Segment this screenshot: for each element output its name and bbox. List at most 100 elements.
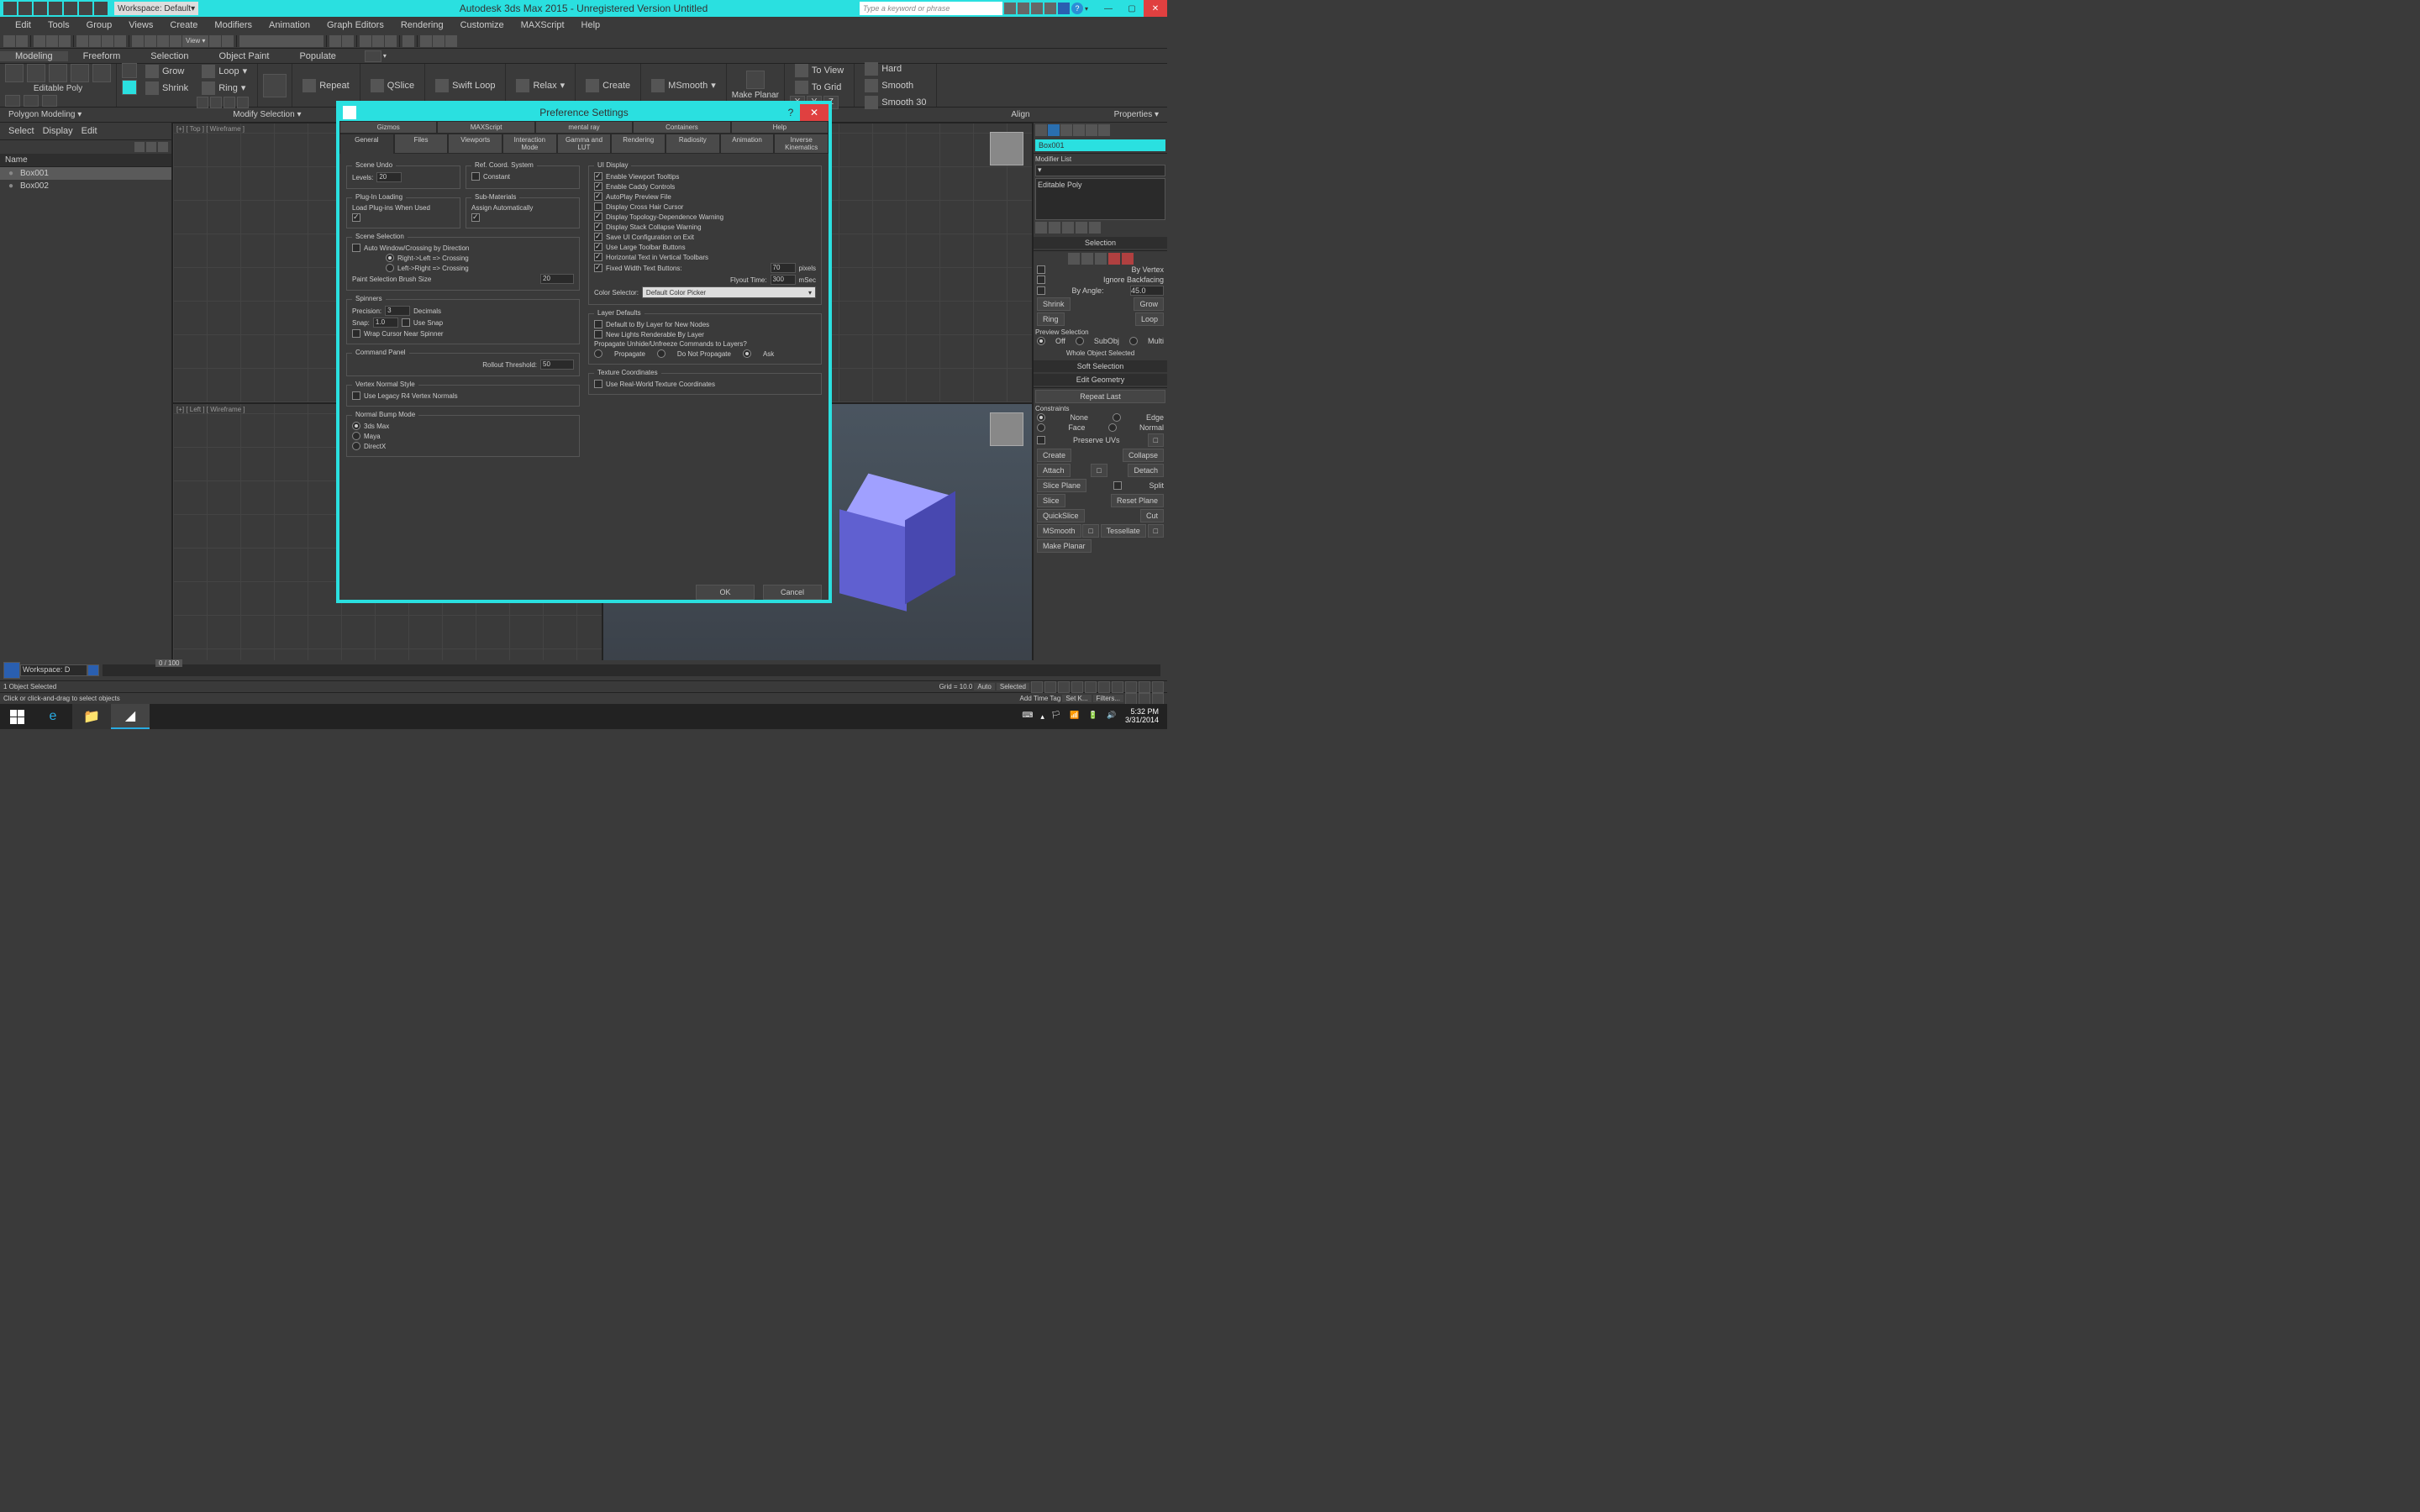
smooth-button[interactable]: Smooth xyxy=(860,77,931,94)
timeline-toggle-icon[interactable] xyxy=(3,662,20,679)
ribbon-dropdown-icon[interactable]: ▾ xyxy=(383,52,387,60)
horiz-text-check[interactable] xyxy=(594,253,602,261)
attach-button[interactable]: Attach xyxy=(1037,464,1071,477)
select-name-icon[interactable] xyxy=(89,35,101,47)
sel-border-icon[interactable] xyxy=(1095,253,1107,265)
preserve-uvs-settings[interactable]: □ xyxy=(1148,433,1164,447)
tab-mentalray[interactable]: mental ray xyxy=(535,121,633,134)
preview-subobj-radio[interactable] xyxy=(1076,337,1084,345)
viewport-label[interactable]: [+] [ Left ] [ Wireframe ] xyxy=(176,406,245,413)
tab-gamma[interactable]: Gamma and LUT xyxy=(557,134,612,154)
ribbon-tab-objectpaint[interactable]: Object Paint xyxy=(204,51,285,61)
ring-next-icon[interactable] xyxy=(237,97,249,108)
topology-warn-check[interactable] xyxy=(594,213,602,221)
constraint-edge-radio[interactable] xyxy=(1113,413,1121,422)
qslice-button[interactable]: QSlice xyxy=(366,77,419,94)
make-planar-button[interactable]: Make Planar xyxy=(1037,539,1092,553)
snap-spinner[interactable]: 1.0 xyxy=(373,318,398,328)
tab-radiosity[interactable]: Radiosity xyxy=(666,134,720,154)
menu-help[interactable]: Help xyxy=(573,20,609,30)
comm-icon[interactable] xyxy=(1031,3,1043,14)
maximize-button[interactable]: ▢ xyxy=(1120,0,1144,17)
tab-rendering[interactable]: Rendering xyxy=(611,134,666,154)
loop-button[interactable]: Loop ▾ xyxy=(197,63,252,80)
subobj-border-icon[interactable] xyxy=(49,64,67,82)
preview-off-icon[interactable] xyxy=(5,95,20,107)
autoplay-check[interactable] xyxy=(594,192,602,201)
goto-start-icon[interactable] xyxy=(1044,681,1056,693)
quickslice-button[interactable]: QuickSlice xyxy=(1037,509,1085,522)
taskbar-clock[interactable]: 5:32 PM 3/31/2014 xyxy=(1125,708,1159,725)
subtab-polygon-modeling[interactable]: Polygon Modeling ▾ xyxy=(8,110,82,119)
lp-filter-icon[interactable] xyxy=(134,142,145,152)
lp-tab-select[interactable]: Select xyxy=(8,126,34,136)
sel-element-icon[interactable] xyxy=(1122,253,1134,265)
rollout-selection[interactable]: Selection xyxy=(1034,237,1167,249)
assign-auto-check[interactable] xyxy=(471,213,480,222)
key-icon[interactable] xyxy=(1018,3,1029,14)
star-icon[interactable] xyxy=(1044,3,1056,14)
taskbar-ie-icon[interactable]: e xyxy=(34,704,72,729)
tab-interaction[interactable]: Interaction Mode xyxy=(502,134,557,154)
new-lights-check[interactable] xyxy=(594,330,602,339)
do-not-propagate-radio[interactable] xyxy=(657,349,666,358)
tab-containers[interactable]: Containers xyxy=(633,121,730,134)
subtab-properties[interactable]: Properties ▾ xyxy=(1114,110,1159,119)
lp-tab-display[interactable]: Display xyxy=(43,126,73,136)
grow-button[interactable]: Grow xyxy=(140,63,193,80)
fixed-width-check[interactable] xyxy=(594,264,602,272)
select-region-icon[interactable] xyxy=(102,35,113,47)
dialog-help-button[interactable]: ? xyxy=(783,106,798,119)
tray-network-icon[interactable]: 📶 xyxy=(1070,711,1081,722)
tooltips-check[interactable] xyxy=(594,172,602,181)
select-mode-icon[interactable] xyxy=(122,80,137,95)
selected-key-button[interactable]: Selected xyxy=(997,683,1029,690)
pan-icon[interactable] xyxy=(1125,693,1137,705)
help-icon[interactable]: ? xyxy=(1071,3,1083,14)
time-slider[interactable]: 0 / 100 xyxy=(103,664,1160,676)
relax-button[interactable]: Relax ▾ xyxy=(511,77,570,94)
start-button[interactable] xyxy=(0,704,34,729)
ribbon-tab-freeform[interactable]: Freeform xyxy=(68,51,136,61)
menu-animation[interactable]: Animation xyxy=(260,20,318,30)
viewport-label[interactable]: [+] [ Top ] [ Wireframe ] xyxy=(176,125,245,133)
reset-plane-button[interactable]: Reset Plane xyxy=(1111,494,1164,507)
set-key-button[interactable]: Set K... xyxy=(1062,695,1091,702)
ignore-backfacing-icon[interactable] xyxy=(122,63,137,78)
msmooth-button[interactable]: MSmooth xyxy=(1037,524,1081,538)
menu-views[interactable]: Views xyxy=(120,20,161,30)
config-mod-icon[interactable] xyxy=(1089,222,1101,234)
ribbon-tab-modeling[interactable]: Modeling xyxy=(0,51,68,61)
create-button[interactable]: Create xyxy=(581,77,635,94)
tab-ik[interactable]: Inverse Kinematics xyxy=(774,134,829,154)
crosshair-check[interactable] xyxy=(594,202,602,211)
ribbon-toggle-icon[interactable] xyxy=(365,50,381,62)
key-filters-button[interactable]: Filters... xyxy=(1093,695,1123,702)
taskbar-3dsmax-icon[interactable]: ◢ xyxy=(111,704,150,729)
menu-modifiers[interactable]: Modifiers xyxy=(206,20,260,30)
nbm-3dsmax-radio[interactable] xyxy=(352,422,360,430)
subobj-poly-icon[interactable] xyxy=(71,64,89,82)
constraint-face-radio[interactable] xyxy=(1037,423,1045,432)
undo-levels-spinner[interactable]: 20 xyxy=(376,172,402,182)
cp-utilities-icon[interactable] xyxy=(1098,124,1110,136)
subtab-align[interactable]: Align xyxy=(1011,110,1029,119)
lp-search-icon[interactable] xyxy=(146,142,156,152)
auto-key-button[interactable]: Auto xyxy=(974,683,994,690)
subobj-edge-icon[interactable] xyxy=(27,64,45,82)
nbm-directx-radio[interactable] xyxy=(352,442,360,450)
zoom-icon[interactable] xyxy=(1112,681,1123,693)
brush-size-spinner[interactable]: 20 xyxy=(540,274,574,284)
preview-multi-radio[interactable] xyxy=(1129,337,1138,345)
help-dropdown-icon[interactable]: ▾ xyxy=(1085,5,1088,13)
list-item[interactable]: Box002 xyxy=(0,180,171,192)
tab-animation[interactable]: Animation xyxy=(720,134,775,154)
project-icon[interactable] xyxy=(94,2,108,15)
prev-frame-icon[interactable] xyxy=(1058,681,1070,693)
ribbon-tab-selection[interactable]: Selection xyxy=(135,51,203,61)
menu-create[interactable]: Create xyxy=(161,20,206,30)
show-result-icon[interactable] xyxy=(1049,222,1060,234)
tab-help[interactable]: Help xyxy=(731,121,829,134)
nbm-maya-radio[interactable] xyxy=(352,432,360,440)
shrink-button[interactable]: Shrink xyxy=(1037,297,1071,311)
